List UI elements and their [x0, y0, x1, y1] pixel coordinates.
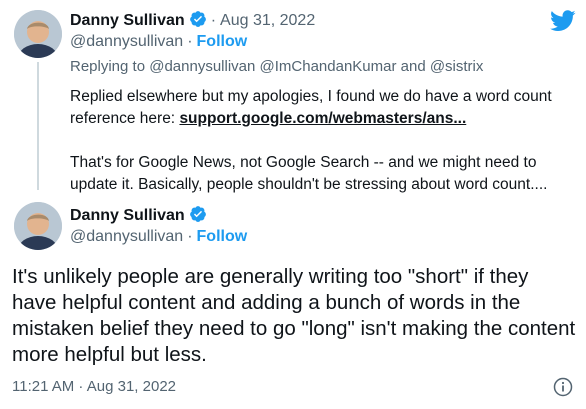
- author-name[interactable]: Danny Sullivan: [70, 207, 185, 224]
- verified-badge-icon: [189, 10, 207, 34]
- follow-button[interactable]: Follow: [197, 228, 248, 245]
- tweet-timestamp[interactable]: 11:21 AM · Aug 31, 2022: [12, 378, 176, 395]
- tweet-embed-card: Danny Sullivan · Aug 31, 2022 @dannysulliv…: [0, 0, 586, 409]
- info-icon[interactable]: [553, 377, 573, 402]
- separator-dot: ·: [187, 33, 193, 50]
- replying-to-handles[interactable]: @dannysullivan @ImChandanKumar and @sist…: [149, 58, 483, 75]
- avatar[interactable]: [14, 10, 62, 58]
- quoted-text-paragraph-2: That's for Google News, not Google Searc…: [70, 154, 548, 193]
- thread-connector-line: [37, 62, 39, 190]
- twitter-bird-icon[interactable]: [550, 10, 576, 37]
- main-tweet-subheader: @dannysullivan · Follow: [70, 227, 247, 247]
- separator-dot: ·: [210, 12, 217, 29]
- author-name[interactable]: Danny Sullivan: [70, 12, 185, 29]
- avatar[interactable]: [14, 202, 62, 250]
- tweet-date[interactable]: Aug 31, 2022: [220, 12, 315, 29]
- quoted-tweet-header: Danny Sullivan · Aug 31, 2022: [70, 10, 315, 34]
- follow-button[interactable]: Follow: [197, 33, 248, 50]
- quoted-tweet-text: Replied elsewhere but my apologies, I fo…: [70, 86, 570, 196]
- replying-to-line: Replying to @dannysullivan @ImChandanKum…: [70, 58, 483, 75]
- author-handle[interactable]: @dannysullivan: [70, 33, 183, 50]
- support-link[interactable]: support.google.com/webmasters/ans...: [179, 110, 466, 127]
- replying-to-prefix: Replying to: [70, 58, 146, 75]
- quoted-text-paragraph: Replied elsewhere but my apologies, I fo…: [70, 86, 570, 130]
- separator-dot: ·: [187, 228, 193, 245]
- quoted-tweet-subheader: @dannysullivan · Follow: [70, 32, 247, 52]
- main-tweet-text: It's unlikely people are generally writi…: [12, 265, 576, 366]
- main-tweet-header: Danny Sullivan: [70, 205, 207, 229]
- author-handle[interactable]: @dannysullivan: [70, 228, 183, 245]
- verified-badge-icon: [189, 205, 207, 229]
